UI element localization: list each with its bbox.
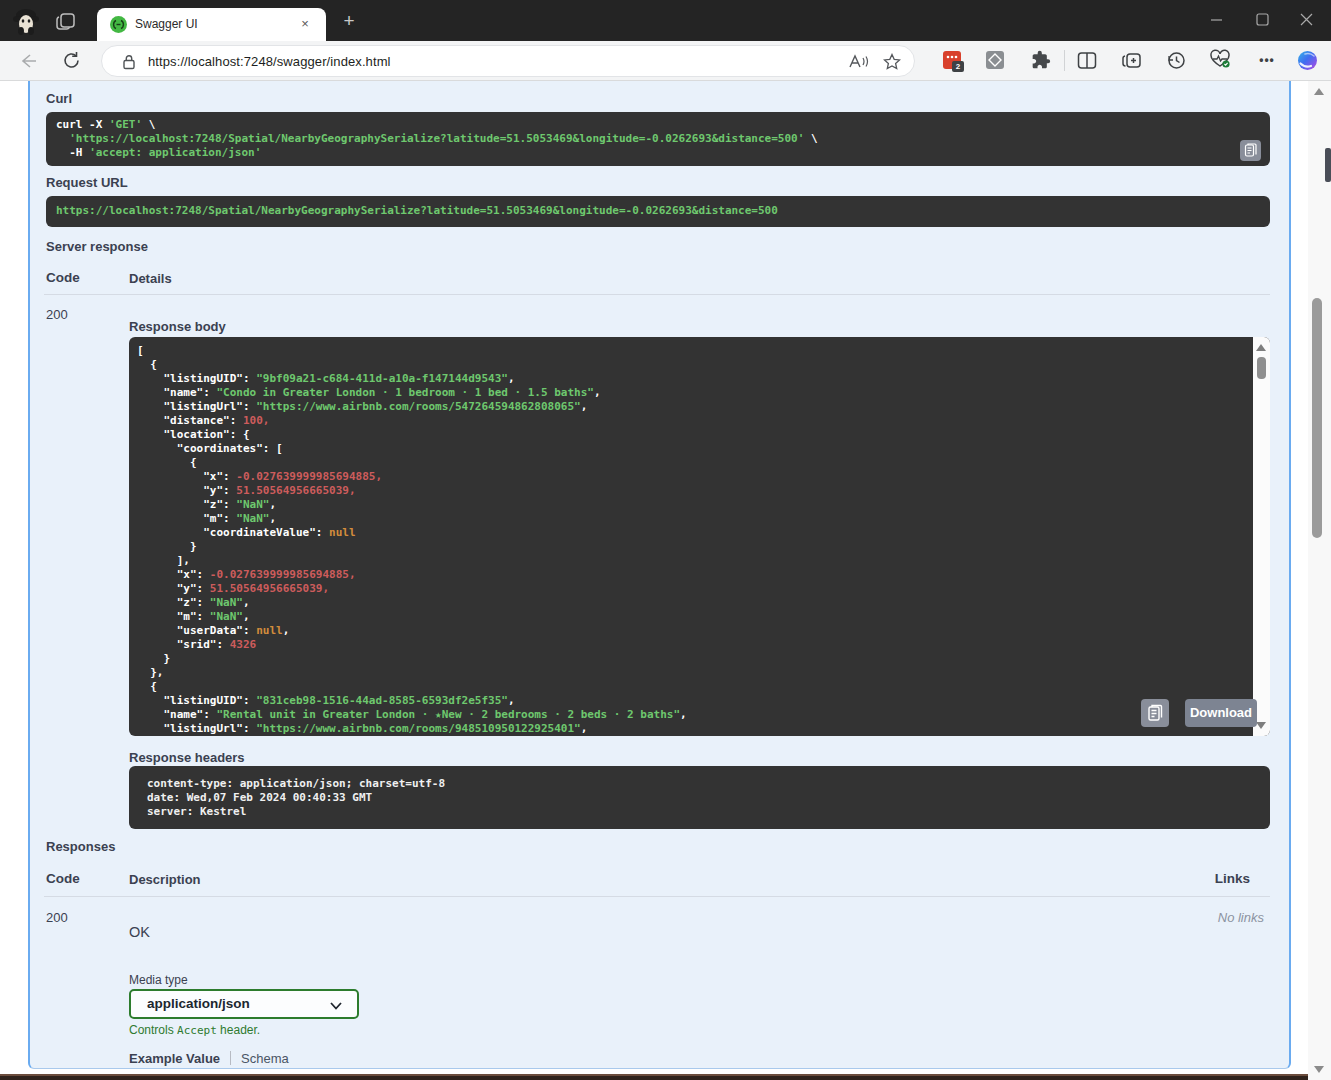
swagger-page: Curl curl -X 'GET' \ 'https://localhost:… <box>0 0 1331 1080</box>
example-schema-tabs: Example Value Schema <box>129 1051 289 1066</box>
server-response-label: Server response <box>46 239 148 254</box>
tab-schema[interactable]: Schema <box>241 1051 289 1066</box>
chevron-down-icon <box>330 1002 342 1010</box>
status-code: 200 <box>46 307 68 322</box>
response-body-block: [ { "listingUID": "9bf09a21-c684-411d-a1… <box>129 337 1270 736</box>
response-description: OK <box>129 924 150 940</box>
media-type-value: application/json <box>147 996 250 1011</box>
copy-response-button[interactable] <box>1141 699 1169 727</box>
request-url-label: Request URL <box>46 175 128 190</box>
sidebar-edge <box>1325 148 1331 182</box>
responses-status-code: 200 <box>46 910 68 925</box>
request-url-block: https://localhost:7248/Spatial/NearbyGeo… <box>46 196 1270 227</box>
response-body-code: [ { "listingUID": "9bf09a21-c684-411d-a1… <box>129 337 1243 743</box>
tab-divider <box>230 1051 231 1065</box>
copy-curl-button[interactable] <box>1240 140 1261 161</box>
responses-code-header: Code <box>46 871 80 886</box>
scroll-down-icon[interactable] <box>1256 722 1266 729</box>
no-links-text: No links <box>1164 910 1264 925</box>
page-scroll-down-icon[interactable] <box>1314 1066 1324 1073</box>
response-headers-block: content-type: application/json; charset=… <box>129 766 1270 829</box>
table-divider <box>44 294 1270 295</box>
responses-label: Responses <box>46 839 115 854</box>
scroll-thumb[interactable] <box>1257 357 1266 379</box>
responses-table-divider <box>44 896 1270 897</box>
page-scroll-up-icon[interactable] <box>1314 88 1324 95</box>
scroll-up-icon[interactable] <box>1256 344 1266 351</box>
example-block-top-edge <box>0 1074 1331 1080</box>
response-headers-label: Response headers <box>129 750 245 765</box>
page-scrollbar-thumb[interactable] <box>1312 298 1322 538</box>
code-column-header: Code <box>46 270 80 285</box>
download-button[interactable]: Download <box>1185 699 1257 727</box>
curl-label: Curl <box>46 91 72 106</box>
media-type-label: Media type <box>129 973 188 987</box>
tab-example-value[interactable]: Example Value <box>129 1051 220 1066</box>
curl-command-block: curl -X 'GET' \ 'https://localhost:7248/… <box>46 112 1270 166</box>
response-body-scrollbar[interactable] <box>1253 337 1270 736</box>
links-header: Links <box>1150 871 1250 886</box>
response-body-label: Response body <box>129 319 226 334</box>
controls-accept-note: Controls Accept header. <box>129 1023 260 1037</box>
details-column-header: Details <box>129 271 172 286</box>
page-scrollbar[interactable] <box>1308 81 1331 1080</box>
media-type-select[interactable]: application/json <box>129 989 359 1019</box>
description-header: Description <box>129 872 201 887</box>
